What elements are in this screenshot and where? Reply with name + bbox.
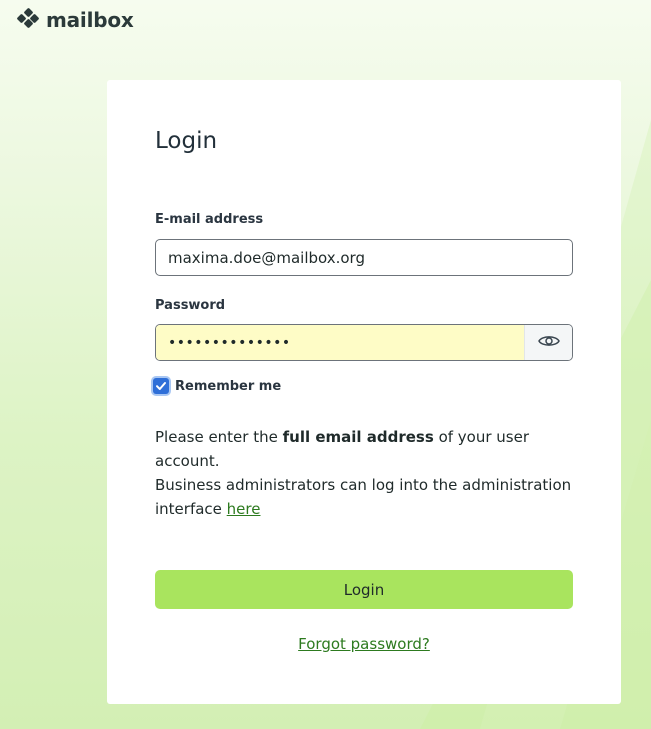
password-label: Password <box>155 298 226 313</box>
email-field-wrapper <box>155 239 573 276</box>
eye-icon <box>537 333 560 352</box>
admin-hint-text: Business administrators can log into the… <box>155 476 572 518</box>
mailbox-logo-icon <box>16 6 40 34</box>
remember-me-label: Remember me <box>175 378 282 394</box>
brand-name: mailbox <box>46 8 134 32</box>
remember-me-checkbox[interactable] <box>153 378 169 394</box>
login-button[interactable]: Login <box>155 570 573 609</box>
forgot-password-link[interactable]: Forgot password? <box>298 635 430 653</box>
email-label: E-mail address <box>155 212 264 227</box>
email-hint-prefix: Please enter the <box>155 428 283 446</box>
email-hint: Please enter the full email address of y… <box>155 425 585 473</box>
remember-me-row[interactable]: Remember me <box>153 378 281 394</box>
admin-login-link[interactable]: here <box>227 500 261 518</box>
password-field[interactable]: •••••••••••••• <box>156 325 524 360</box>
forgot-password-row: Forgot password? <box>107 635 621 653</box>
show-password-button[interactable] <box>524 325 572 360</box>
password-field-wrapper: •••••••••••••• <box>155 324 573 361</box>
page-title: Login <box>155 128 218 154</box>
password-masked-value: •••••••••••••• <box>168 334 291 351</box>
brand-logo[interactable]: mailbox <box>16 6 134 34</box>
email-hint-bold: full email address <box>282 428 434 446</box>
admin-hint: Business administrators can log into the… <box>155 473 585 521</box>
email-field[interactable] <box>156 240 572 275</box>
login-card: Login E-mail address Password ••••••••••… <box>107 80 621 704</box>
checkmark-icon <box>155 377 167 396</box>
